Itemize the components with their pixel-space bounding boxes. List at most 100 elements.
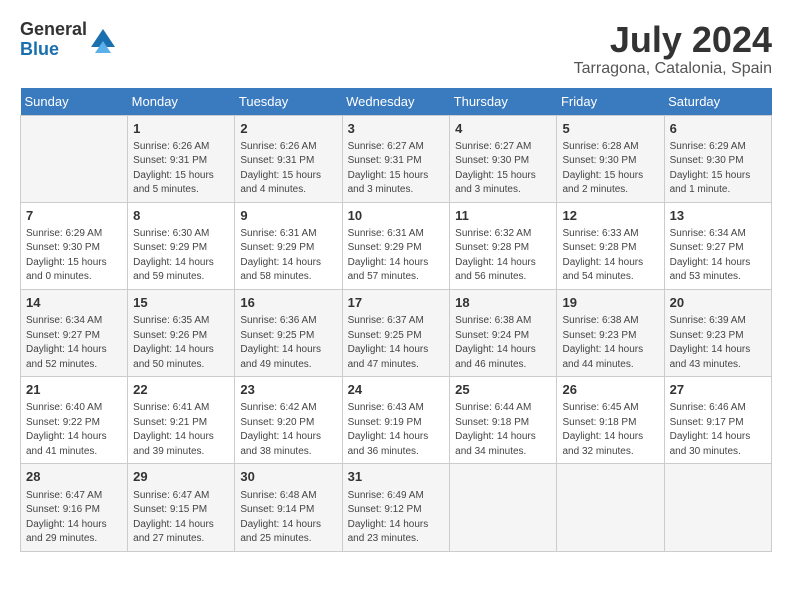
cell-info: Sunrise: 6:26 AMSunset: 9:31 PMDaylight:… <box>240 140 336 198</box>
cell-info: Sunrise: 6:42 AMSunset: 9:20 PMDaylight:… <box>240 401 336 459</box>
cell-info: Sunrise: 6:39 AMSunset: 9:23 PMDaylight:… <box>670 314 766 372</box>
cell-info: Sunrise: 6:33 AMSunset: 9:28 PMDaylight:… <box>562 227 658 285</box>
logo-blue-text: Blue <box>20 40 87 60</box>
calendar-week-row: 14Sunrise: 6:34 AMSunset: 9:27 PMDayligh… <box>21 289 772 376</box>
cell-info: Sunrise: 6:48 AMSunset: 9:14 PMDaylight:… <box>240 489 336 547</box>
day-number: 13 <box>670 207 766 225</box>
cell-info: Sunrise: 6:31 AMSunset: 9:29 PMDaylight:… <box>348 227 445 285</box>
day-number: 18 <box>455 294 551 312</box>
calendar-cell: 20 Sunrise: 6:39 AMSunset: 9:23 PMDayligh… <box>664 289 771 376</box>
calendar-cell <box>450 464 557 551</box>
calendar-cell: 19Sunrise: 6:38 AMSunset: 9:23 PMDayligh… <box>557 289 664 376</box>
month-title: July 2024 <box>574 20 772 60</box>
day-number: 31 <box>348 468 445 486</box>
cell-info: Sunrise: 6:49 AMSunset: 9:12 PMDaylight:… <box>348 489 445 547</box>
calendar-cell: 24 Sunrise: 6:43 AMSunset: 9:19 PMDayligh… <box>342 377 450 464</box>
cell-info: Sunrise: 6:44 AMSunset: 9:18 PMDaylight:… <box>455 401 551 459</box>
day-number: 9 <box>240 207 336 225</box>
calendar-cell: 18 Sunrise: 6:38 AMSunset: 9:24 PMDayligh… <box>450 289 557 376</box>
cell-info: Sunrise: 6:38 AMSunset: 9:24 PMDaylight:… <box>455 314 551 372</box>
calendar-cell: 22Sunrise: 6:41 AMSunset: 9:21 PMDayligh… <box>128 377 235 464</box>
cell-info: Sunrise: 6:36 AMSunset: 9:25 PMDaylight:… <box>240 314 336 372</box>
calendar-cell: 3Sunrise: 6:27 AMSunset: 9:31 PMDaylight… <box>342 115 450 202</box>
calendar-cell <box>21 115 128 202</box>
day-of-week-header: Thursday <box>450 88 557 116</box>
day-number: 28 <box>26 468 122 486</box>
cell-info: Sunrise: 6:34 AMSunset: 9:27 PMDaylight:… <box>670 227 766 285</box>
day-number: 27 <box>670 381 766 399</box>
calendar-cell: 4Sunrise: 6:27 AMSunset: 9:30 PMDaylight… <box>450 115 557 202</box>
calendar-cell: 31 Sunrise: 6:49 AMSunset: 9:12 PMDayligh… <box>342 464 450 551</box>
cell-info: Sunrise: 6:47 AMSunset: 9:15 PMDaylight:… <box>133 489 229 547</box>
day-number: 23 <box>240 381 336 399</box>
day-number: 24 <box>348 381 445 399</box>
cell-info: Sunrise: 6:26 AMSunset: 9:31 PMDaylight:… <box>133 140 229 198</box>
calendar-cell: 17Sunrise: 6:37 AMSunset: 9:25 PMDayligh… <box>342 289 450 376</box>
calendar-cell: 28 Sunrise: 6:47 AMSunset: 9:16 PMDayligh… <box>21 464 128 551</box>
day-number: 8 <box>133 207 229 225</box>
page-header: General Blue July 2024 Tarragona, Catalo… <box>20 20 772 78</box>
day-of-week-header: Wednesday <box>342 88 450 116</box>
calendar-cell: 6Sunrise: 6:29 AMSunset: 9:30 PMDaylight… <box>664 115 771 202</box>
calendar-cell: 30Sunrise: 6:48 AMSunset: 9:14 PMDayligh… <box>235 464 342 551</box>
cell-info: Sunrise: 6:46 AMSunset: 9:17 PMDaylight:… <box>670 401 766 459</box>
cell-info: Sunrise: 6:30 AMSunset: 9:29 PMDaylight:… <box>133 227 229 285</box>
cell-info: Sunrise: 6:27 AMSunset: 9:31 PMDaylight:… <box>348 140 445 198</box>
calendar-table: SundayMondayTuesdayWednesdayThursdayFrid… <box>20 88 772 552</box>
calendar-cell: 10Sunrise: 6:31 AMSunset: 9:29 PMDayligh… <box>342 202 450 289</box>
cell-info: Sunrise: 6:28 AMSunset: 9:30 PMDaylight:… <box>562 140 658 198</box>
calendar-cell: 12Sunrise: 6:33 AMSunset: 9:28 PMDayligh… <box>557 202 664 289</box>
day-number: 21 <box>26 381 122 399</box>
day-number: 6 <box>670 120 766 138</box>
title-area: July 2024 Tarragona, Catalonia, Spain <box>574 20 772 78</box>
calendar-cell: 21 Sunrise: 6:40 AMSunset: 9:22 PMDayligh… <box>21 377 128 464</box>
day-number: 22 <box>133 381 229 399</box>
calendar-cell: 23 Sunrise: 6:42 AMSunset: 9:20 PMDayligh… <box>235 377 342 464</box>
day-number: 15 <box>133 294 229 312</box>
cell-info: Sunrise: 6:37 AMSunset: 9:25 PMDaylight:… <box>348 314 445 372</box>
day-number: 14 <box>26 294 122 312</box>
day-number: 16 <box>240 294 336 312</box>
cell-info: Sunrise: 6:45 AMSunset: 9:18 PMDaylight:… <box>562 401 658 459</box>
calendar-cell: 13 Sunrise: 6:34 AMSunset: 9:27 PMDayligh… <box>664 202 771 289</box>
cell-info: Sunrise: 6:43 AMSunset: 9:19 PMDaylight:… <box>348 401 445 459</box>
day-of-week-header: Monday <box>128 88 235 116</box>
cell-info: Sunrise: 6:40 AMSunset: 9:22 PMDaylight:… <box>26 401 122 459</box>
cell-info: Sunrise: 6:47 AMSunset: 9:16 PMDaylight:… <box>26 489 122 547</box>
calendar-cell: 15 Sunrise: 6:35 AMSunset: 9:26 PMDayligh… <box>128 289 235 376</box>
day-number: 20 <box>670 294 766 312</box>
cell-info: Sunrise: 6:32 AMSunset: 9:28 PMDaylight:… <box>455 227 551 285</box>
day-of-week-header: Saturday <box>664 88 771 116</box>
day-number: 2 <box>240 120 336 138</box>
calendar-cell <box>664 464 771 551</box>
cell-info: Sunrise: 6:29 AMSunset: 9:30 PMDaylight:… <box>26 227 122 285</box>
day-number: 5 <box>562 120 658 138</box>
day-of-week-header: Tuesday <box>235 88 342 116</box>
calendar-cell: 26 Sunrise: 6:45 AMSunset: 9:18 PMDayligh… <box>557 377 664 464</box>
calendar-cell: 25 Sunrise: 6:44 AMSunset: 9:18 PMDayligh… <box>450 377 557 464</box>
cell-info: Sunrise: 6:31 AMSunset: 9:29 PMDaylight:… <box>240 227 336 285</box>
calendar-header-row: SundayMondayTuesdayWednesdayThursdayFrid… <box>21 88 772 116</box>
calendar-cell: 7 Sunrise: 6:29 AMSunset: 9:30 PMDaylight… <box>21 202 128 289</box>
calendar-cell: 11 Sunrise: 6:32 AMSunset: 9:28 PMDayligh… <box>450 202 557 289</box>
calendar-cell: 14Sunrise: 6:34 AMSunset: 9:27 PMDayligh… <box>21 289 128 376</box>
calendar-week-row: 1 Sunrise: 6:26 AMSunset: 9:31 PMDaylight… <box>21 115 772 202</box>
day-number: 11 <box>455 207 551 225</box>
location-subtitle: Tarragona, Catalonia, Spain <box>574 60 772 78</box>
day-of-week-header: Friday <box>557 88 664 116</box>
logo: General Blue <box>20 20 115 60</box>
calendar-cell: 16 Sunrise: 6:36 AMSunset: 9:25 PMDayligh… <box>235 289 342 376</box>
day-number: 1 <box>133 120 229 138</box>
calendar-week-row: 7 Sunrise: 6:29 AMSunset: 9:30 PMDaylight… <box>21 202 772 289</box>
calendar-cell: 2 Sunrise: 6:26 AMSunset: 9:31 PMDaylight… <box>235 115 342 202</box>
logo-general-text: General <box>20 20 87 40</box>
calendar-cell: 5 Sunrise: 6:28 AMSunset: 9:30 PMDaylight… <box>557 115 664 202</box>
day-of-week-header: Sunday <box>21 88 128 116</box>
calendar-cell: 29Sunrise: 6:47 AMSunset: 9:15 PMDayligh… <box>128 464 235 551</box>
day-number: 25 <box>455 381 551 399</box>
calendar-week-row: 21 Sunrise: 6:40 AMSunset: 9:22 PMDayligh… <box>21 377 772 464</box>
day-number: 26 <box>562 381 658 399</box>
cell-info: Sunrise: 6:35 AMSunset: 9:26 PMDaylight:… <box>133 314 229 372</box>
day-number: 7 <box>26 207 122 225</box>
calendar-cell: 9 Sunrise: 6:31 AMSunset: 9:29 PMDaylight… <box>235 202 342 289</box>
